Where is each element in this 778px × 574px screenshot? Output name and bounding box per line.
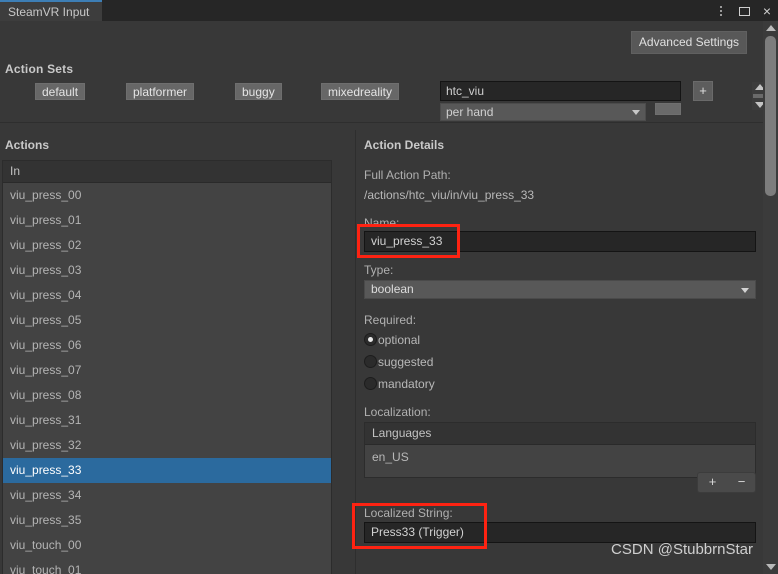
required-option-label: optional <box>378 333 421 347</box>
action-list-item-label: viu_press_03 <box>10 263 82 277</box>
action-list-item[interactable]: viu_press_34 <box>3 483 331 508</box>
actions-list: viu_press_00 viu_press_01 viu_press_02 viu_… <box>3 183 331 574</box>
action-list-item-label: viu_press_00 <box>10 188 82 202</box>
action-list-item-label: viu_press_32 <box>10 438 82 452</box>
action-list-item[interactable]: viu_press_02 <box>3 233 331 258</box>
window-titlebar: SteamVR Input × <box>0 0 778 21</box>
languages-list-panel: Languages en_US <box>364 422 756 478</box>
action-list-item-label: viu_press_02 <box>10 238 82 252</box>
action-set-label: platformer <box>133 85 188 99</box>
action-list-item-label: viu_touch_01 <box>10 563 82 574</box>
action-set-usage-value: per hand <box>446 105 494 119</box>
scroll-up-icon[interactable] <box>766 25 776 31</box>
action-list-item-label: viu_press_05 <box>10 313 82 327</box>
action-list-item-label: viu_press_01 <box>10 213 82 227</box>
header-divider <box>0 122 778 123</box>
action-list-item[interactable]: viu_press_07 <box>3 358 331 383</box>
action-list-item[interactable]: viu_press_01 <box>3 208 331 233</box>
add-language-button[interactable]: + <box>698 473 727 492</box>
action-set-label: mixedreality <box>328 85 393 99</box>
chevron-down-icon <box>741 288 749 293</box>
action-list-item-label: viu_press_04 <box>10 288 82 302</box>
full-action-path-label: Full Action Path: <box>364 168 451 182</box>
name-input[interactable]: viu_press_33 <box>364 231 756 252</box>
required-label: Required: <box>364 313 417 327</box>
action-list-item[interactable]: viu_press_32 <box>3 433 331 458</box>
kebab-menu-icon[interactable] <box>714 4 728 18</box>
action-list-item[interactable]: viu_press_35 <box>3 508 331 533</box>
action-set-button-mixedreality[interactable]: mixedreality <box>321 83 400 100</box>
action-set-name-value: htc_viu <box>446 84 485 98</box>
scrollbar-thumb[interactable] <box>765 36 776 196</box>
action-list-item-label: viu_press_34 <box>10 488 82 502</box>
action-set-extra-button[interactable] <box>655 103 681 115</box>
action-list-item-label: viu_press_06 <box>10 338 82 352</box>
action-list-item-label: viu_press_35 <box>10 513 82 527</box>
required-option-label: mandatory <box>378 377 435 391</box>
action-set-label: buggy <box>242 85 275 99</box>
action-list-item-label: viu_press_31 <box>10 413 82 427</box>
action-list-item[interactable]: viu_press_04 <box>3 283 331 308</box>
tab-steamvr-input[interactable]: SteamVR Input <box>0 0 102 21</box>
action-list-item[interactable]: viu_press_06 <box>3 333 331 358</box>
full-action-path-value: /actions/htc_viu/in/viu_press_33 <box>364 188 535 202</box>
action-sets-heading: Action Sets <box>5 62 74 76</box>
action-list-item[interactable]: viu_press_00 <box>3 183 331 208</box>
close-icon[interactable]: × <box>760 4 774 18</box>
steamvr-input-window: SteamVR Input × Advanced Settings Action… <box>0 0 778 574</box>
action-list-item[interactable]: viu_press_31 <box>3 408 331 433</box>
action-set-button-platformer[interactable]: platformer <box>126 83 195 100</box>
localized-string-label: Localized String: <box>364 506 453 520</box>
action-list-item-label: viu_press_33 <box>10 463 82 477</box>
scroll-down-icon[interactable] <box>766 564 776 570</box>
localized-string-input[interactable]: Press33 (Trigger) <box>364 522 756 543</box>
type-value: boolean <box>371 282 414 296</box>
actions-column-header: In <box>3 161 331 183</box>
chevron-down-icon <box>632 110 640 115</box>
action-list-item-label: viu_touch_00 <box>10 538 82 552</box>
required-option-label: suggested <box>378 355 434 369</box>
type-dropdown[interactable]: boolean <box>364 280 756 299</box>
advanced-settings-button[interactable]: Advanced Settings <box>630 31 747 54</box>
watermark: CSDN @StubbrnStar <box>611 541 753 558</box>
localized-string-value: Press33 (Trigger) <box>371 525 464 539</box>
window-controls: × <box>714 0 774 21</box>
main-vertical-scrollbar[interactable] <box>763 21 778 574</box>
action-list-item-label: viu_press_08 <box>10 388 82 402</box>
language-row[interactable]: en_US <box>365 445 755 470</box>
close-glyph: × <box>762 2 772 19</box>
plus-icon: + <box>699 83 707 98</box>
action-list-item[interactable]: viu_press_08 <box>3 383 331 408</box>
localization-label: Localization: <box>364 405 431 419</box>
action-set-usage-dropdown[interactable]: per hand <box>440 103 646 121</box>
radio-icon[interactable] <box>364 355 377 368</box>
radio-icon[interactable] <box>364 377 377 390</box>
action-set-label: default <box>42 85 79 99</box>
actions-list-panel: In viu_press_00 viu_press_01 viu_press_02 v… <box>2 160 332 574</box>
name-label: Name: <box>364 216 400 230</box>
action-list-item[interactable]: viu_touch_01 <box>3 558 331 574</box>
action-set-button-buggy[interactable]: buggy <box>235 83 282 100</box>
advanced-settings-label: Advanced Settings <box>638 35 739 49</box>
action-set-name-input[interactable]: htc_viu <box>440 81 681 101</box>
radio-icon-selected[interactable] <box>364 333 377 346</box>
action-set-button-default[interactable]: default <box>35 83 86 100</box>
actions-heading: Actions <box>5 138 50 152</box>
action-details-panel: Action Details Full Action Path: /action… <box>355 130 763 574</box>
action-list-item[interactable]: viu_press_05 <box>3 308 331 333</box>
type-label: Type: <box>364 263 394 277</box>
name-value: viu_press_33 <box>371 234 443 248</box>
action-details-heading: Action Details <box>364 138 445 152</box>
action-list-item[interactable]: viu_press_03 <box>3 258 331 283</box>
action-list-item-label: viu_press_07 <box>10 363 82 377</box>
maximize-icon[interactable] <box>737 4 751 18</box>
remove-language-button[interactable]: − <box>727 473 756 492</box>
tab-label: SteamVR Input <box>8 5 90 19</box>
action-list-item[interactable]: viu_touch_00 <box>3 533 331 558</box>
action-list-item[interactable]: viu_press_33 <box>3 458 331 483</box>
language-add-remove-group: + − <box>697 472 756 493</box>
languages-column-header: Languages <box>365 423 755 445</box>
add-action-set-button[interactable]: + <box>693 81 713 101</box>
